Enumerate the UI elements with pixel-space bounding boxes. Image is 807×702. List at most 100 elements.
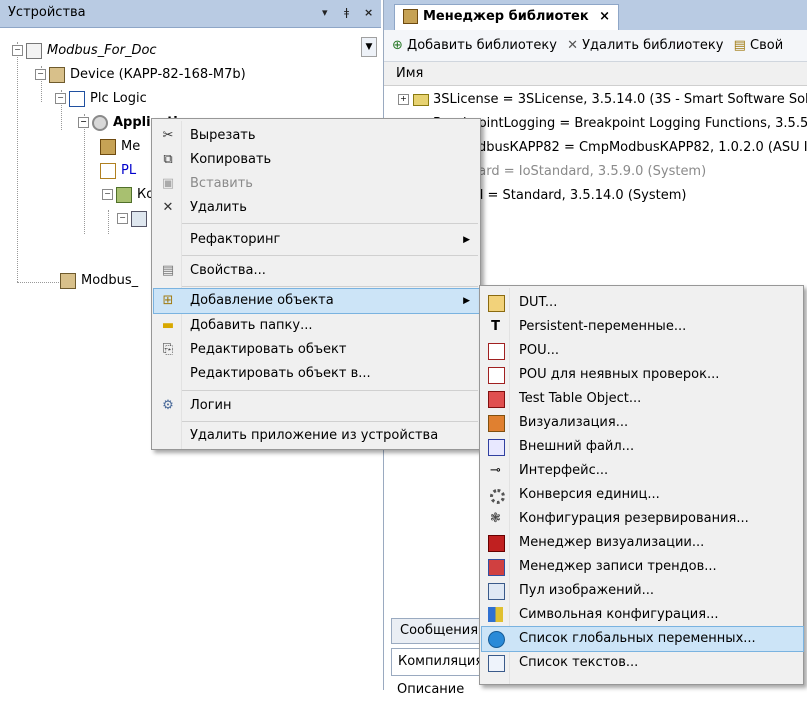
tree-item-modbus[interactable]: Modbus_: [60, 270, 138, 292]
submenu-item-visualization-manager[interactable]: Менеджер визуализации...: [482, 531, 803, 555]
submenu-item-interface[interactable]: ⊸ Интерфейс...: [482, 459, 803, 483]
tree-item-task-config[interactable]: − Ко: [102, 184, 154, 206]
tree-item-project[interactable]: − Modbus_For_Doc: [12, 40, 157, 62]
menu-item-login[interactable]: ⚙ Логин: [154, 394, 480, 418]
copy-icon: ⧉: [163, 152, 173, 167]
add-library-button[interactable]: ⊕ Добавить библиотеку: [392, 38, 557, 53]
library-manager-icon: [403, 9, 418, 24]
panel-menu-dropdown-icon[interactable]: ▾: [322, 6, 328, 19]
login-icon: ⚙: [162, 398, 174, 413]
collapse-icon[interactable]: −: [78, 117, 89, 128]
library-toolbar: ⊕ Добавить библиотеку ✕ Удалить библиоте…: [384, 30, 807, 62]
interface-icon: ⊸: [490, 463, 501, 478]
submenu-item-visualization[interactable]: Визуализация...: [482, 411, 803, 435]
menu-item-add-folder[interactable]: ▬ Добавить папку...: [154, 314, 480, 338]
menu-item-cut[interactable]: ✂ Вырезать: [154, 124, 480, 148]
scissors-icon: ✂: [162, 128, 174, 143]
context-menu: ✂ Вырезать ⧉ Копировать ▣ Вставить ✕ Удалить…: [151, 118, 481, 450]
pou-icon: [488, 367, 505, 384]
project-icon: [26, 42, 42, 59]
close-tab-icon[interactable]: ×: [599, 9, 610, 24]
name-column-header[interactable]: Имя: [384, 62, 807, 86]
pou-icon: [100, 162, 116, 179]
collapse-icon[interactable]: −: [55, 93, 66, 104]
submenu-item-pou[interactable]: POU...: [482, 339, 803, 363]
add-object-submenu: DUT... T Persistent-переменные... POU... …: [479, 285, 804, 685]
image-pool-icon: [488, 583, 505, 600]
submenu-item-image-pool[interactable]: Пул изображений...: [482, 579, 803, 603]
submenu-item-symbol-config[interactable]: Символьная конфигурация...: [482, 603, 803, 627]
library-icon: [413, 93, 429, 106]
visualization-icon: [488, 415, 505, 432]
submenu-item-unit-conversion[interactable]: Конверсия единиц...: [482, 483, 803, 507]
menu-item-edit-object[interactable]: ⎘ Редактировать объект: [154, 338, 480, 362]
remove-icon: ✕: [567, 38, 578, 53]
submenu-arrow-icon: ▶: [463, 296, 470, 306]
library-row[interactable]: dard = IoStandard, 3.5.9.0 (System): [470, 160, 706, 184]
symbol-config-icon: [488, 607, 503, 622]
paste-icon: ▣: [161, 176, 175, 191]
tree-item-plc-logic[interactable]: − Plc Logic: [55, 88, 147, 110]
collapse-icon[interactable]: −: [12, 45, 23, 56]
menu-item-properties[interactable]: ▤ Свойства...: [154, 259, 480, 283]
tree-item-plc-prg[interactable]: PL: [100, 160, 136, 182]
dut-icon: [488, 295, 505, 312]
collapse-icon[interactable]: −: [117, 213, 128, 224]
menu-item-refactoring[interactable]: Рефакторинг ▶: [154, 228, 480, 252]
close-panel-icon[interactable]: ×: [364, 6, 373, 19]
menu-item-edit-object-in[interactable]: Редактировать объект в...: [154, 362, 480, 386]
submenu-item-global-variable-list[interactable]: Список глобальных переменных...: [481, 626, 804, 652]
tree-item-task[interactable]: −: [117, 208, 152, 230]
tab-library-manager[interactable]: Менеджер библиотек ×: [394, 4, 620, 30]
pin-icon[interactable]: ǂ: [344, 6, 349, 19]
collapse-icon[interactable]: −: [35, 69, 46, 80]
properties-icon: ▤: [161, 263, 175, 278]
visualization-manager-icon: [488, 535, 505, 552]
properties-button[interactable]: ▤ Свой: [734, 38, 784, 53]
plc-logic-icon: [69, 90, 85, 107]
menu-item-remove-application[interactable]: Удалить приложение из устройства: [154, 424, 480, 448]
add-library-icon: ⊕: [392, 38, 403, 53]
collapse-icon[interactable]: −: [102, 189, 113, 200]
device-icon: [60, 272, 76, 289]
submenu-arrow-icon: ▶: [463, 235, 470, 245]
tree-dropdown-button[interactable]: ▼: [361, 37, 377, 57]
tree-item-library-manager[interactable]: Me: [100, 136, 140, 158]
library-row[interactable]: rd = Standard, 3.5.14.0 (System): [470, 184, 686, 208]
submenu-item-trend-recording-manager[interactable]: Менеджер записи трендов...: [482, 555, 803, 579]
menu-item-paste[interactable]: ▣ Вставить: [154, 172, 480, 196]
properties-icon: ▤: [733, 38, 746, 53]
device-icon: [49, 66, 65, 83]
tree-item-device[interactable]: − Device (КАРР-82-168-M7b): [35, 64, 246, 86]
submenu-item-test-table[interactable]: Test Table Object...: [482, 387, 803, 411]
external-file-icon: [488, 439, 505, 456]
library-manager-icon: [100, 138, 116, 155]
menu-item-delete[interactable]: ✕ Удалить: [154, 196, 480, 220]
trend-manager-icon: [488, 559, 505, 576]
library-row[interactable]: +3SLicense = 3SLicense, 3.5.14.0 (3S - S…: [384, 88, 807, 112]
menu-item-add-object[interactable]: ⊞ Добавление объекта ▶: [153, 288, 481, 314]
edit-object-icon: ⎘: [162, 342, 174, 357]
test-table-icon: [488, 391, 505, 408]
expand-icon[interactable]: +: [398, 94, 409, 105]
redundancy-icon: ❃: [490, 511, 501, 526]
text-list-icon: [488, 655, 505, 672]
task-icon: [131, 210, 147, 227]
folder-icon: ▬: [161, 318, 175, 333]
submenu-item-pou-implicit-checks[interactable]: POU для неявных проверок...: [482, 363, 803, 387]
remove-library-button[interactable]: ✕ Удалить библиотеку: [567, 38, 723, 53]
submenu-item-text-list[interactable]: Список текстов...: [482, 651, 803, 675]
submenu-item-external-file[interactable]: Внешний файл...: [482, 435, 803, 459]
task-configuration-icon: [116, 186, 132, 203]
library-row[interactable]: odbusКАРР82 = CmpModbusКАРР82, 1.0.2.0 (…: [470, 136, 807, 160]
delete-icon: ✕: [162, 200, 174, 215]
submenu-item-persistent-vars[interactable]: T Persistent-переменные...: [482, 315, 803, 339]
submenu-item-dut[interactable]: DUT...: [482, 291, 803, 315]
devices-panel-title: Устройства: [8, 5, 86, 20]
submenu-item-redundancy-config[interactable]: ❃ Конфигурация резервирования...: [482, 507, 803, 531]
editor-tabstrip: Менеджер библиотек ×: [384, 0, 807, 30]
add-object-icon: ⊞: [162, 293, 174, 308]
persistent-vars-icon: T: [491, 319, 500, 334]
unit-conversion-icon: [490, 489, 505, 504]
menu-item-copy[interactable]: ⧉ Копировать: [154, 148, 480, 172]
